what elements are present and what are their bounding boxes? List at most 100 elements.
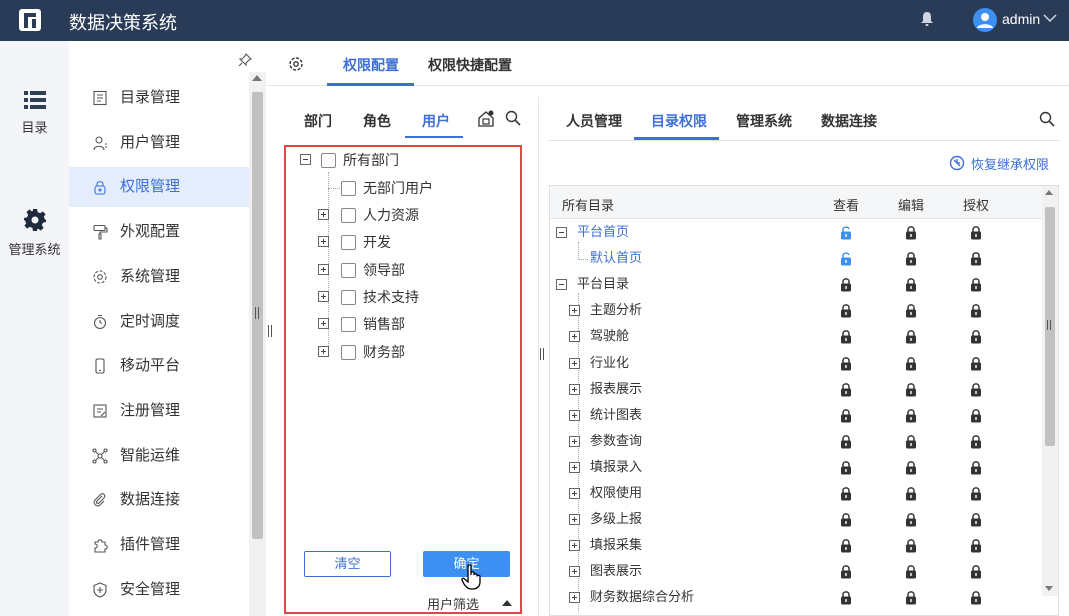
lock-icon[interactable] xyxy=(840,408,852,423)
checkbox[interactable] xyxy=(341,208,356,223)
expand-icon[interactable] xyxy=(318,290,329,302)
lock-icon[interactable] xyxy=(840,590,852,605)
lock-icon[interactable] xyxy=(970,486,982,501)
lock-icon[interactable] xyxy=(905,486,917,501)
unlock-icon[interactable] xyxy=(840,251,852,266)
checkbox[interactable] xyxy=(341,262,356,278)
catalog-row-label[interactable]: 报表展示 xyxy=(590,379,642,399)
lock-icon[interactable] xyxy=(970,251,982,266)
lock-icon[interactable] xyxy=(905,460,917,475)
restore-inheritance-link[interactable]: 恢复继承权限 xyxy=(971,154,1049,173)
lock-icon[interactable] xyxy=(970,434,982,449)
lock-icon[interactable] xyxy=(905,564,917,579)
expand-icon[interactable] xyxy=(318,209,329,220)
catalog-row-label[interactable]: 填报录入 xyxy=(590,457,642,477)
lock-icon[interactable] xyxy=(840,382,852,397)
scroll-up-arrow[interactable] xyxy=(1045,190,1053,195)
menu-item-mobile[interactable]: 移动平台 xyxy=(69,346,249,386)
lock-icon[interactable] xyxy=(905,590,917,605)
lock-icon[interactable] xyxy=(840,434,852,449)
expand-icon[interactable] xyxy=(569,409,580,421)
expand-icon[interactable] xyxy=(569,540,580,552)
expand-icon[interactable] xyxy=(318,345,329,357)
menu-item-user[interactable]: 用户管理 xyxy=(69,123,249,163)
lock-icon[interactable] xyxy=(970,538,982,553)
settings-icon[interactable] xyxy=(288,56,304,72)
search-icon[interactable] xyxy=(505,110,521,126)
grip-icon[interactable] xyxy=(255,307,259,319)
grip-icon[interactable] xyxy=(540,348,544,360)
tab-data-connection[interactable]: 数据连接 xyxy=(821,111,877,131)
lock-icon[interactable] xyxy=(970,225,982,240)
lock-icon[interactable] xyxy=(840,356,852,371)
expand-icon[interactable] xyxy=(569,331,580,343)
scroll-up-arrow[interactable] xyxy=(252,75,262,81)
lock-icon[interactable] xyxy=(905,277,917,292)
catalog-row-label[interactable]: 图表展示 xyxy=(590,561,642,581)
catalog-row-label[interactable]: 主题分析 xyxy=(590,300,642,320)
lock-icon[interactable] xyxy=(905,538,917,553)
lock-icon[interactable] xyxy=(970,564,982,579)
lock-icon[interactable] xyxy=(840,564,852,579)
catalog-row-label[interactable]: 默认首页 xyxy=(590,248,642,268)
collapse-icon[interactable] xyxy=(300,154,311,165)
expand-icon[interactable] xyxy=(569,383,580,395)
lock-icon[interactable] xyxy=(970,460,982,475)
expand-icon[interactable] xyxy=(569,357,580,369)
catalog-row-label[interactable]: 统计图表 xyxy=(590,405,642,425)
org-filter-icon[interactable] xyxy=(477,110,495,128)
lock-icon[interactable] xyxy=(905,408,917,423)
lock-icon[interactable] xyxy=(905,512,917,527)
expand-icon[interactable] xyxy=(569,435,580,447)
lock-icon[interactable] xyxy=(905,303,917,318)
catalog-row-label[interactable]: 行业化 xyxy=(590,353,629,373)
tab-role[interactable]: 角色 xyxy=(363,111,391,131)
caret-up-icon[interactable] xyxy=(502,600,512,606)
tree-node-department[interactable]: 销售部 xyxy=(363,314,405,334)
expand-icon[interactable] xyxy=(318,318,329,330)
tree-node-department[interactable]: 领导部 xyxy=(363,260,405,280)
lock-icon[interactable] xyxy=(970,408,982,423)
menu-item-lock[interactable]: 权限管理 xyxy=(69,167,249,208)
search-icon[interactable] xyxy=(1039,111,1055,127)
tab-management-system[interactable]: 管理系统 xyxy=(736,111,792,131)
lock-icon[interactable] xyxy=(905,329,917,344)
grip-icon[interactable] xyxy=(1047,320,1051,330)
tree-node-department[interactable]: 技术支持 xyxy=(363,287,419,307)
catalog-row-label[interactable]: 驾驶舱 xyxy=(590,326,629,346)
username[interactable]: admin xyxy=(1002,11,1040,27)
menu-item-shield[interactable]: 安全管理 xyxy=(69,570,249,610)
checkbox[interactable] xyxy=(341,344,356,360)
tab-people-management[interactable]: 人员管理 xyxy=(566,111,622,131)
lock-icon[interactable] xyxy=(905,356,917,371)
user-filter-label[interactable]: 用户筛选 xyxy=(427,594,479,613)
collapse-icon[interactable] xyxy=(556,279,567,291)
expand-icon[interactable] xyxy=(569,592,580,604)
menu-item-ops[interactable]: 智能运维 xyxy=(69,436,249,476)
checkbox[interactable] xyxy=(341,181,356,196)
lock-icon[interactable] xyxy=(840,460,852,475)
lock-icon[interactable] xyxy=(970,512,982,527)
tab-permission-config[interactable]: 权限配置 xyxy=(343,55,399,75)
lock-icon[interactable] xyxy=(840,538,852,553)
lock-icon[interactable] xyxy=(970,356,982,371)
bell-icon[interactable] xyxy=(920,11,934,27)
expand-icon[interactable] xyxy=(318,263,329,275)
catalog-row-label[interactable]: 多级上报 xyxy=(590,509,642,529)
tree-node-department[interactable]: 开发 xyxy=(363,232,391,252)
clear-button[interactable]: 清空 xyxy=(304,551,391,577)
menu-item-paint-roller[interactable]: 外观配置 xyxy=(69,212,249,252)
catalog-row-label[interactable]: 填报采集 xyxy=(590,535,642,555)
lock-icon[interactable] xyxy=(840,512,852,527)
catalog-row-label[interactable]: 参数查询 xyxy=(590,431,642,451)
lock-icon[interactable] xyxy=(840,277,852,292)
checkbox[interactable] xyxy=(321,153,336,168)
menu-item-link[interactable]: 数据连接 xyxy=(69,480,249,520)
lock-icon[interactable] xyxy=(905,382,917,397)
collapse-icon[interactable] xyxy=(556,227,567,238)
lock-icon[interactable] xyxy=(970,329,982,344)
lock-icon[interactable] xyxy=(840,303,852,318)
checkbox[interactable] xyxy=(341,235,356,251)
tree-node-no-department[interactable]: 无部门用户 xyxy=(363,178,433,198)
lock-icon[interactable] xyxy=(905,225,917,240)
